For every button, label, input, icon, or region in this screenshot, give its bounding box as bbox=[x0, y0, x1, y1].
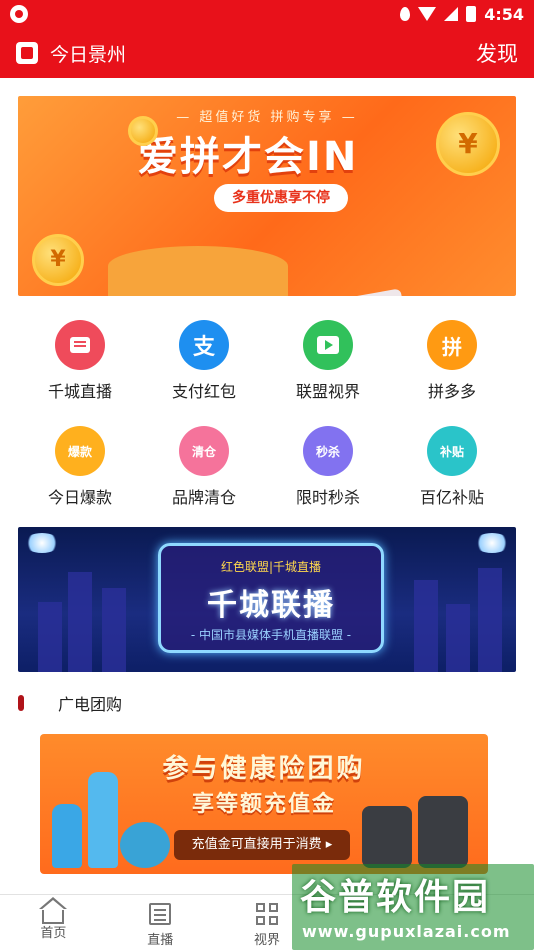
promo-banner-pinduo[interactable]: — 超值好货 拼购专享 — 爱拼才会IN 多重优惠享不停 ¥ ¥ bbox=[18, 96, 516, 296]
grid-item-label: 品牌清仓 bbox=[171, 488, 236, 507]
backpack-icon bbox=[418, 796, 468, 868]
home-icon bbox=[39, 897, 68, 924]
hot-fire-icon: 爆款 bbox=[55, 426, 105, 476]
section-marker bbox=[18, 695, 24, 711]
discover-button[interactable]: 发现 bbox=[476, 38, 518, 68]
tab-home[interactable]: 首页 bbox=[0, 895, 107, 950]
city-building-decoration bbox=[102, 588, 126, 672]
coin-icon: ¥ bbox=[436, 112, 500, 176]
grid-item-label: 联盟视界 bbox=[295, 382, 360, 401]
app-bar: 今日景州 发现 bbox=[0, 28, 534, 78]
grid-item-subsidy[interactable]: 补贴 百亿补贴 bbox=[390, 426, 514, 508]
grid-item-pinduoduo[interactable]: 拼 拼多多 bbox=[390, 320, 514, 402]
lunch-box-icon bbox=[120, 822, 170, 868]
wifi-icon bbox=[418, 7, 437, 21]
watermark-url: www.gupuxlazai.com bbox=[302, 922, 511, 941]
news-icon bbox=[55, 320, 105, 370]
subsidy-icon: 补贴 bbox=[427, 426, 477, 476]
watermark-logo: 谷普软件园 www.gupuxlazai.com bbox=[292, 864, 534, 950]
app-logo-icon bbox=[16, 42, 38, 64]
grid-item-alipay[interactable]: 支 支付红包 bbox=[142, 320, 266, 402]
banner-subtitle: — 超值好货 拼购专享 — bbox=[176, 110, 358, 125]
grid-item-video[interactable]: 联盟视界 bbox=[266, 320, 390, 402]
grid-item-label: 支付红包 bbox=[171, 382, 236, 401]
city-building-decoration bbox=[38, 602, 62, 672]
grid-item-hot[interactable]: 爆款 今日爆款 bbox=[18, 426, 142, 508]
signal-icon bbox=[444, 7, 459, 21]
notification-app-icon bbox=[10, 5, 28, 23]
clearance-icon: 清仓 bbox=[179, 426, 229, 476]
battery-icon bbox=[466, 6, 477, 22]
grid-item-live[interactable]: 千城直播 bbox=[18, 320, 142, 402]
grid-item-label: 今日爆款 bbox=[47, 488, 112, 507]
live-banner-subtitle: 红色联盟|千城直播 bbox=[220, 560, 322, 574]
backpack-icon bbox=[362, 806, 412, 868]
grid-item-label: 百亿补贴 bbox=[419, 488, 484, 507]
grid-item-label: 千城直播 bbox=[47, 382, 112, 401]
tab-live[interactable]: 直播 bbox=[107, 895, 214, 950]
water-bottle-icon bbox=[52, 804, 82, 868]
document-icon bbox=[149, 903, 172, 925]
water-bottle-icon bbox=[88, 772, 118, 868]
city-building-decoration bbox=[414, 580, 438, 672]
status-time: 4:54 bbox=[484, 4, 524, 24]
tab-label: 首页 bbox=[40, 926, 67, 941]
location-icon bbox=[400, 7, 411, 21]
live-banner-footer: - 中国市县媒体手机直播联盟 - bbox=[190, 628, 352, 642]
grid-item-label: 限时秒杀 bbox=[295, 488, 360, 507]
status-right: 4:54 bbox=[400, 5, 524, 24]
city-building-decoration bbox=[446, 604, 470, 672]
grid-item-flash-sale[interactable]: 秒杀 限时秒杀 bbox=[266, 426, 390, 508]
pinduoduo-icon: 拼 bbox=[427, 320, 477, 370]
tv-play-icon bbox=[303, 320, 353, 370]
flash-sale-icon: 秒杀 bbox=[303, 426, 353, 476]
watermark-title: 谷普软件园 bbox=[300, 877, 491, 918]
live-alliance-banner[interactable]: 红色联盟|千城直播 千城联播 - 中国市县媒体手机直播联盟 - bbox=[18, 527, 516, 672]
city-building-decoration bbox=[478, 568, 502, 672]
status-bar: 4:54 bbox=[0, 0, 534, 28]
banner-title: 爱拼才会IN bbox=[138, 134, 359, 180]
tab-label: 视界 bbox=[253, 933, 280, 948]
section-header: 广电团购 bbox=[18, 690, 122, 716]
product-box-icon bbox=[331, 288, 411, 296]
live-banner-frame: 红色联盟|千城直播 千城联播 - 中国市县媒体手机直播联盟 - bbox=[158, 543, 384, 653]
banner-pill: 多重优惠享不停 bbox=[214, 184, 348, 212]
stage-decoration bbox=[108, 246, 288, 296]
tab-label: 直播 bbox=[147, 933, 174, 948]
section-title: 广电团购 bbox=[58, 695, 123, 714]
group-banner-pill: 充值金可直接用于消费 ▸ bbox=[174, 830, 350, 860]
app-title: 今日景州 bbox=[50, 43, 127, 66]
coin-icon: ¥ bbox=[32, 234, 84, 286]
grid-icon bbox=[255, 903, 278, 925]
grid-item-clearance[interactable]: 清仓 品牌清仓 bbox=[142, 426, 266, 508]
live-banner-title: 千城联播 bbox=[207, 588, 335, 623]
orange-ball-icon bbox=[128, 116, 158, 146]
group-buy-banner[interactable]: 参与健康险团购 享等额充值金 充值金可直接用于消费 ▸ bbox=[40, 734, 488, 874]
stage-light-icon bbox=[474, 533, 510, 553]
grid-item-label: 拼多多 bbox=[427, 382, 476, 401]
alipay-icon: 支 bbox=[179, 320, 229, 370]
stage-light-icon bbox=[24, 533, 60, 553]
city-building-decoration bbox=[68, 572, 92, 672]
